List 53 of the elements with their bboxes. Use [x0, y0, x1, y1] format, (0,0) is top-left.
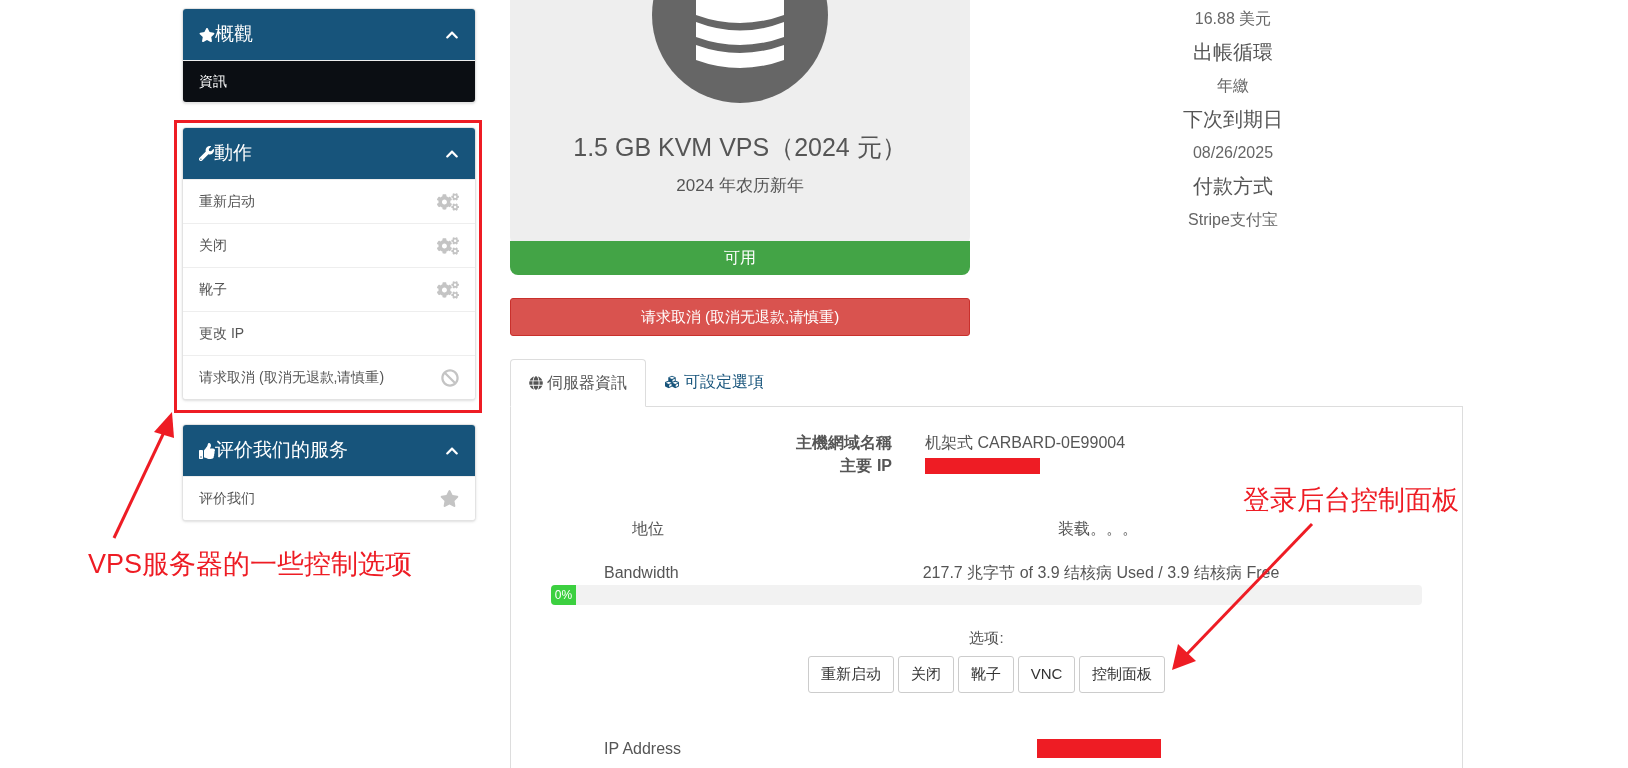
panel-title: 動作: [214, 141, 252, 166]
panel-header[interactable]: 動作: [183, 128, 475, 179]
sidebar-item[interactable]: 评价我们: [183, 476, 475, 520]
product-group: 2024 年农历新年: [676, 172, 804, 198]
detail-value: 16.88 美元: [1194, 8, 1272, 29]
globe-icon: [529, 376, 543, 390]
option-button[interactable]: 控制面板: [1079, 655, 1166, 693]
panel-title: 概觀: [215, 22, 253, 47]
option-button[interactable]: 靴子: [957, 655, 1014, 693]
product-name: 1.5 GB KVM VPS（2024 元）: [573, 132, 907, 163]
annotation-text: VPS服务器的一些控制选项: [88, 548, 413, 581]
field-label: Bandwidth: [603, 563, 680, 583]
field-value: 机架式 CARBARD-0E99004: [925, 432, 1126, 453]
field-value: 装载。。。: [1057, 519, 1139, 539]
panel-header[interactable]: 概觀: [183, 9, 475, 60]
cubes-icon: [664, 375, 680, 389]
detail-value: Stripe支付宝: [1188, 209, 1278, 230]
star-icon: [440, 489, 459, 508]
field-label: 主要 IP: [839, 456, 892, 476]
sidebar-item[interactable]: 更改 IP: [183, 311, 475, 355]
database-icon: [650, 0, 830, 105]
ban-icon: [441, 368, 459, 387]
detail-label: 下次到期日: [1183, 107, 1283, 133]
gears-icon: [437, 192, 459, 211]
tab[interactable]: 伺服器資訊: [510, 359, 646, 407]
panel-header[interactable]: 评价我们的服务: [183, 425, 475, 476]
thumbs-up-icon: [199, 442, 215, 459]
field-label: 主機網域名稱: [795, 433, 892, 453]
tab[interactable]: 可設定選項: [646, 358, 782, 406]
cancel-button[interactable]: 请求取消 (取消无退款,请慎重): [510, 298, 970, 336]
gears-icon: [437, 280, 459, 299]
progress-fill: 0%: [551, 585, 576, 605]
star-icon: [199, 26, 215, 43]
sidebar-item[interactable]: 重新启动: [183, 179, 475, 223]
sidebar-item[interactable]: 请求取消 (取消无退款,请慎重): [183, 355, 475, 399]
option-button[interactable]: VNC: [1017, 655, 1076, 693]
option-button[interactable]: 重新启动: [807, 655, 894, 693]
field-label: 地位: [631, 519, 665, 539]
detail-label: 出帳循環: [1193, 40, 1273, 66]
wrench-icon: [199, 146, 214, 161]
status-bar: 可用: [510, 241, 970, 275]
panel-title: 评价我们的服务: [215, 438, 348, 463]
sidebar-item[interactable]: 靴子: [183, 267, 475, 311]
detail-value: 年繳: [1217, 75, 1249, 96]
sidebar-item[interactable]: 关闭: [183, 223, 475, 267]
options-label: 选项:: [969, 628, 1004, 648]
gears-icon: [437, 236, 459, 255]
detail-value: 08/26/2025: [1192, 142, 1274, 163]
detail-label: 付款方式: [1193, 174, 1273, 200]
annotation-text: 登录后台控制面板: [1243, 484, 1459, 517]
field-label: IP Address: [603, 738, 683, 759]
sidebar-item[interactable]: 資訊: [183, 60, 475, 102]
option-button[interactable]: 关闭: [897, 655, 954, 693]
